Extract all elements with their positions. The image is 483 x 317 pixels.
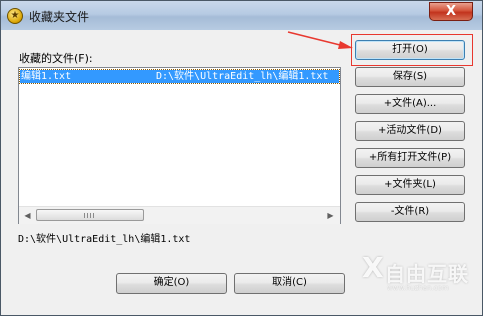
favorites-dialog: ★ 收藏夹文件 X 收藏的文件(F): 编辑1.txt D:\软件\UltraE… (0, 0, 483, 316)
watermark-url: www.huzhan.com (387, 284, 449, 292)
watermark-logo-icon: X (362, 251, 384, 284)
watermark-text: 自由互联 (385, 262, 469, 286)
